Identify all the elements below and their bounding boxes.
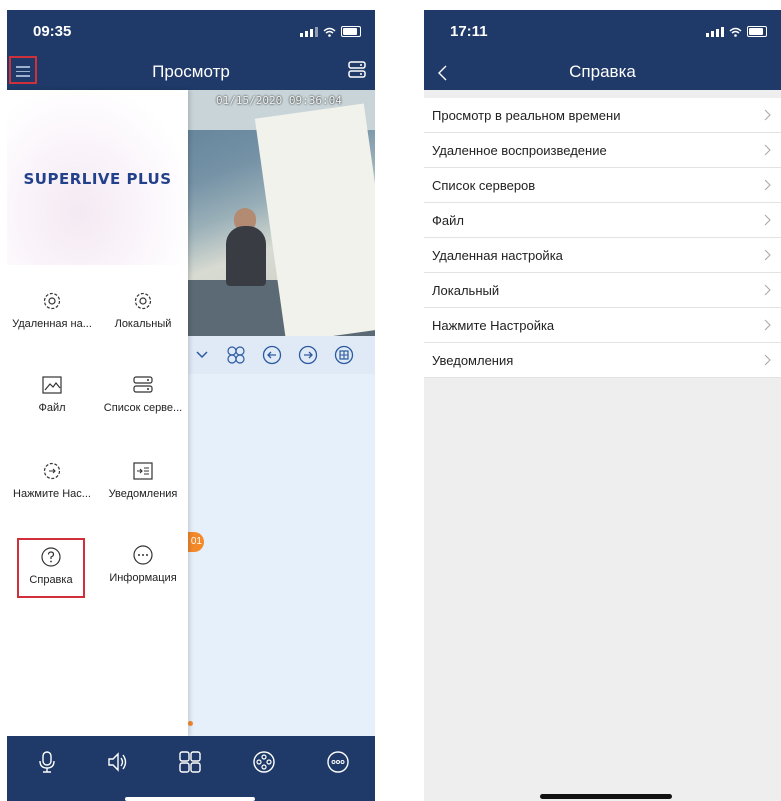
server-list-icon — [133, 376, 153, 393]
list-item-label: Нажмите Настройка — [432, 317, 555, 333]
list-item-label: Локальный — [432, 282, 500, 298]
more-icon[interactable] — [325, 749, 351, 775]
list-item-label: Уведомления — [432, 352, 514, 368]
menu-item-server-list[interactable]: Список серве... — [98, 374, 188, 434]
side-drawer-menu: SUPERLIVE PLUS Удаленная на... Локальный… — [7, 90, 188, 736]
battery-icon — [341, 26, 361, 37]
list-item[interactable]: Уведомления — [424, 343, 781, 378]
menu-item-info[interactable]: Информация — [98, 544, 188, 604]
next-arrow-icon[interactable] — [298, 345, 318, 365]
wifi-icon — [323, 27, 336, 37]
microphone-icon[interactable] — [34, 749, 60, 775]
home-indicator — [540, 794, 672, 799]
list-item[interactable]: Локальный — [424, 273, 781, 308]
list-item-label: Список серверов — [432, 177, 536, 193]
menu-item-label: Нажмите Нас... — [13, 488, 91, 500]
chevron-right-icon — [764, 179, 771, 191]
help-topics-list: Просмотр в реальном времени Удаленное во… — [424, 98, 781, 378]
camera-live-view[interactable]: 01/15/2020 09:36:04 — [188, 90, 375, 336]
battery-icon — [747, 26, 767, 37]
signal-icon — [706, 27, 724, 37]
info-ellipsis-icon — [133, 545, 153, 565]
left-phone-screen: 09:35 Просмотр 01/15/2020 09:36:04 01 SU… — [7, 10, 375, 801]
channel-select-icon[interactable] — [226, 345, 246, 365]
bottom-tab-bar — [7, 736, 375, 801]
menu-item-label: Локальный — [114, 318, 172, 330]
remote-settings-gear-icon — [43, 292, 61, 310]
list-item-label: Удаленная настройка — [432, 247, 563, 263]
menu-item-push-settings[interactable]: Нажмите Нас... — [7, 460, 97, 520]
list-item[interactable]: Удаленное воспроизведение — [424, 133, 781, 168]
menu-item-remote-settings[interactable]: Удаленная на... — [7, 290, 97, 350]
list-item[interactable]: Нажмите Настройка — [424, 308, 781, 343]
title-bar: Просмотр — [7, 56, 375, 90]
page-dot-indicator — [188, 721, 193, 726]
page-title: Справка — [569, 62, 636, 81]
wifi-icon — [729, 27, 742, 37]
split-screen-icon[interactable] — [334, 345, 354, 365]
speaker-icon[interactable] — [105, 749, 131, 775]
menu-item-help[interactable]: Справка — [17, 538, 85, 598]
right-phone-screen: 17:11 Справка Просмотр в реальном времен… — [424, 10, 781, 801]
list-item[interactable]: Файл — [424, 203, 781, 238]
list-item[interactable]: Удаленная настройка — [424, 238, 781, 273]
previous-arrow-icon[interactable] — [262, 345, 282, 365]
app-logo: SUPERLIVE PLUS — [23, 170, 172, 188]
menu-item-label: Справка — [29, 574, 73, 586]
status-bar: 09:35 — [7, 10, 375, 56]
menu-item-label: Файл — [38, 402, 66, 414]
camera-scene-person — [226, 226, 266, 286]
live-view-content-area — [188, 374, 375, 736]
status-bar: 17:11 — [424, 10, 781, 56]
menu-item-label: Удаленная на... — [12, 318, 92, 330]
title-bar: Справка — [424, 56, 781, 90]
menu-item-file[interactable]: Файл — [7, 374, 97, 434]
chevron-right-icon — [764, 249, 771, 261]
list-item-label: Просмотр в реальном времени — [432, 107, 621, 123]
signal-icon — [300, 27, 318, 37]
status-time: 17:11 — [450, 23, 488, 40]
list-item[interactable]: Просмотр в реальном времени — [424, 98, 781, 133]
menu-item-label: Информация — [109, 572, 177, 584]
status-icons — [300, 26, 361, 37]
menu-item-notifications[interactable]: Уведомления — [98, 460, 188, 520]
chevron-right-icon — [764, 109, 771, 121]
chevron-right-icon — [764, 284, 771, 296]
file-image-icon — [42, 376, 62, 394]
chevron-right-icon — [764, 144, 771, 156]
chevron-right-icon — [764, 214, 771, 226]
menu-item-label: Уведомления — [108, 488, 178, 500]
list-item-label: Удаленное воспроизведение — [432, 142, 607, 158]
push-settings-icon — [43, 462, 61, 480]
list-item-label: Файл — [432, 212, 464, 228]
page-title: Просмотр — [152, 62, 230, 81]
server-list-icon[interactable] — [347, 60, 367, 80]
chevron-right-icon — [764, 354, 771, 366]
chevron-right-icon — [764, 319, 771, 331]
status-icons — [706, 26, 767, 37]
camera-timestamp: 01/15/2020 09:36:04 — [216, 94, 342, 107]
status-time: 09:35 — [33, 23, 72, 40]
home-indicator — [125, 797, 255, 801]
menu-item-local[interactable]: Локальный — [98, 290, 188, 350]
notifications-icon — [133, 462, 153, 480]
chevron-down-icon[interactable] — [192, 345, 212, 365]
help-question-icon — [41, 547, 61, 567]
live-view-toolbar — [188, 336, 375, 375]
local-settings-gear-icon — [134, 292, 152, 310]
list-item[interactable]: Список серверов — [424, 168, 781, 203]
menu-item-label: Список серве... — [103, 402, 183, 414]
reel-record-icon[interactable] — [251, 749, 277, 775]
grid-layout-icon[interactable] — [177, 749, 203, 775]
